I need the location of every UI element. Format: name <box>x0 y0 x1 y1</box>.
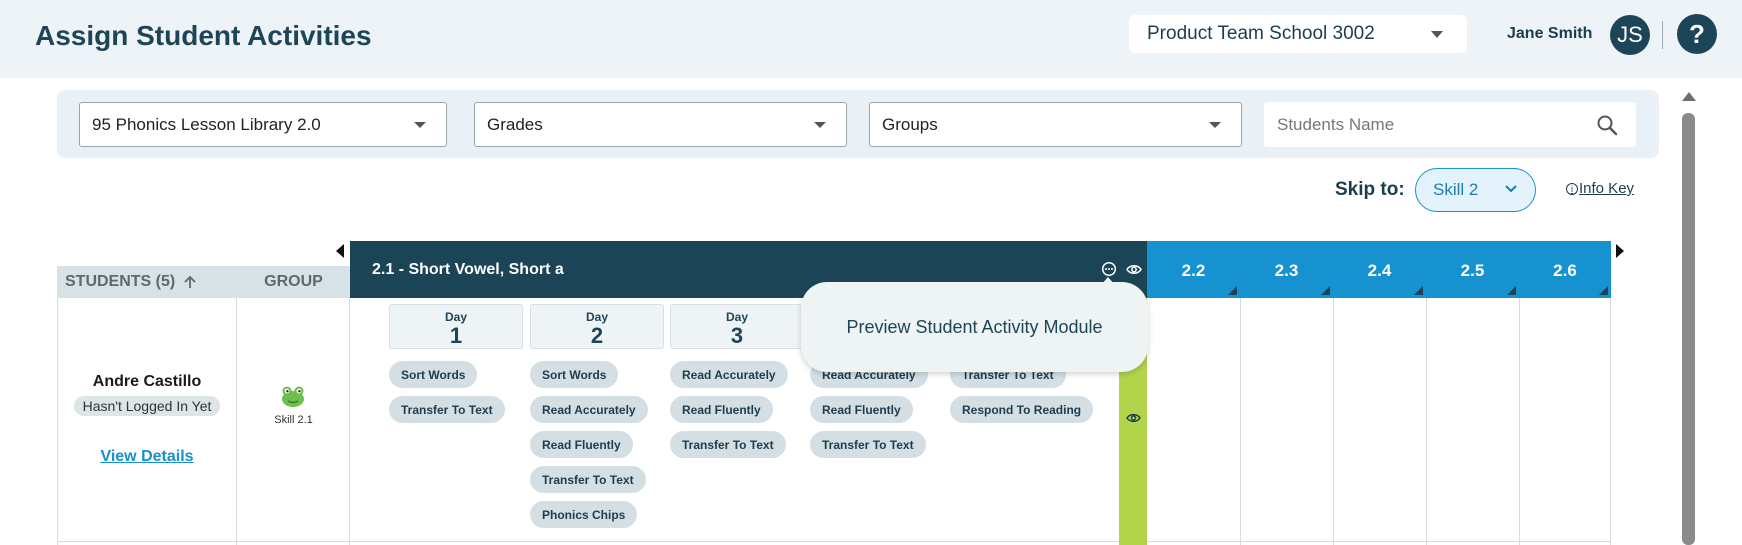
day-card-1[interactable]: Day 1 <box>389 304 523 349</box>
day-number: 1 <box>449 323 463 348</box>
avatar[interactable]: JS <box>1610 15 1650 55</box>
grid-line <box>1519 298 1520 545</box>
corner-marker <box>1507 286 1516 295</box>
caret-down-icon <box>1431 31 1443 38</box>
skill-header-2-3[interactable]: 2.3 <box>1240 241 1333 298</box>
activity-chip[interactable]: Transfer To Text <box>670 431 786 458</box>
skill-header-2-5[interactable]: 2.5 <box>1426 241 1519 298</box>
group-skill-label: Skill 2.1 <box>274 414 313 426</box>
info-key-label: Info Key <box>1579 180 1635 197</box>
sort-up-icon[interactable] <box>183 275 197 289</box>
info-key-link[interactable]: i Info Key <box>1566 180 1634 197</box>
skill-title: 2.1 - Short Vowel, Short a <box>372 261 564 278</box>
skill-header-2-4[interactable]: 2.4 <box>1333 241 1426 298</box>
day-label: Day <box>725 310 748 324</box>
activity-chip[interactable]: Read Accurately <box>670 361 788 388</box>
scroll-left-icon[interactable] <box>336 244 344 258</box>
library-select[interactable]: 95 Phonics Lesson Library 2.0 <box>79 102 447 147</box>
day-label: Day <box>585 310 608 324</box>
page-header: Assign Student Activities Product Team S… <box>0 0 1742 78</box>
groups-select-value: Groups <box>882 114 938 134</box>
skill-number: 2.3 <box>1274 261 1299 280</box>
group-column-header: GROUP <box>237 266 350 298</box>
activity-chip[interactable]: Transfer To Text <box>530 466 646 493</box>
skill-header-2-2[interactable]: 2.2 <box>1147 241 1240 298</box>
corner-marker <box>1321 286 1330 295</box>
activity-chip[interactable]: Sort Words <box>530 361 619 388</box>
chevron-down-icon <box>1505 185 1517 193</box>
students-column-header[interactable]: STUDENTS (5) <box>57 266 237 298</box>
preview-activity-popup[interactable]: Preview Student Activity Module <box>801 282 1148 372</box>
skip-to-label: Skip to: <box>1335 179 1405 200</box>
grid-line <box>1240 298 1241 545</box>
corner-marker <box>1414 286 1423 295</box>
skill-number: 2.5 <box>1460 261 1485 280</box>
status-badge: Hasn't Logged In Yet <box>74 396 220 416</box>
search-icon[interactable] <box>1596 114 1618 136</box>
grid-line <box>1333 298 1334 545</box>
day-label: Day <box>444 310 467 324</box>
corner-marker <box>1228 286 1237 295</box>
grid-line <box>1610 298 1611 545</box>
activity-chip[interactable]: Read Fluently <box>810 396 913 423</box>
activity-chip[interactable]: Transfer To Text <box>389 396 505 423</box>
more-options-icon[interactable] <box>1101 261 1117 277</box>
scrollbar-thumb[interactable] <box>1682 113 1695 545</box>
day-card-3[interactable]: Day 3 <box>670 304 804 349</box>
eye-icon[interactable] <box>1126 263 1142 276</box>
day-number: 2 <box>590 323 604 348</box>
activity-chip[interactable]: Read Accurately <box>530 396 648 423</box>
info-icon: i <box>1566 182 1578 195</box>
skip-to-value: Skill 2 <box>1433 180 1479 199</box>
students-header-label: STUDENTS (5) <box>65 273 176 290</box>
eye-icon[interactable] <box>1126 412 1141 424</box>
student-search <box>1264 102 1636 147</box>
skill-header-2-6[interactable]: 2.6 <box>1519 241 1611 298</box>
frog-icon <box>282 386 304 407</box>
groups-select[interactable]: Groups <box>869 102 1242 147</box>
activity-chip[interactable]: Read Fluently <box>530 431 633 458</box>
view-details-link[interactable]: View Details <box>57 448 237 466</box>
corner-marker <box>1599 286 1608 295</box>
caret-down-icon <box>1209 122 1221 128</box>
school-select[interactable]: Product Team School 3002 <box>1129 15 1467 53</box>
page-title: Assign Student Activities <box>35 20 372 51</box>
activity-chip[interactable]: Read Fluently <box>670 396 773 423</box>
school-select-value: Product Team School 3002 <box>1147 23 1375 44</box>
grid-line <box>1426 298 1427 545</box>
row-divider <box>57 541 1610 542</box>
skill-number: 2.2 <box>1181 261 1206 280</box>
activity-chip[interactable]: Transfer To Text <box>810 431 926 458</box>
header-divider <box>1662 21 1663 49</box>
student-name: Andre Castillo <box>92 373 202 390</box>
scroll-up-icon[interactable] <box>1682 92 1696 101</box>
activity-chip[interactable]: Sort Words <box>389 361 478 388</box>
library-select-value: 95 Phonics Lesson Library 2.0 <box>92 114 321 134</box>
user-name: Jane Smith <box>1507 25 1593 42</box>
day-card-2[interactable]: Day 2 <box>530 304 664 349</box>
grades-select-value: Grades <box>487 114 543 134</box>
caret-down-icon <box>414 122 426 128</box>
preview-activity-option[interactable]: Preview Student Activity Module <box>846 317 1102 338</box>
skill-number: 2.4 <box>1367 261 1392 280</box>
caret-down-icon <box>814 122 826 128</box>
scroll-right-icon[interactable] <box>1616 244 1624 258</box>
skill-number: 2.6 <box>1553 261 1577 280</box>
day-number: 3 <box>730 323 744 348</box>
skip-to-select[interactable]: Skill 2 <box>1415 168 1536 212</box>
activity-chip[interactable]: Respond To Reading <box>950 396 1094 423</box>
search-input[interactable] <box>1264 102 1584 147</box>
grades-select[interactable]: Grades <box>474 102 847 147</box>
activity-chip[interactable]: Phonics Chips <box>530 501 638 528</box>
help-icon[interactable]: ? <box>1677 14 1717 54</box>
grid-line <box>57 298 58 545</box>
